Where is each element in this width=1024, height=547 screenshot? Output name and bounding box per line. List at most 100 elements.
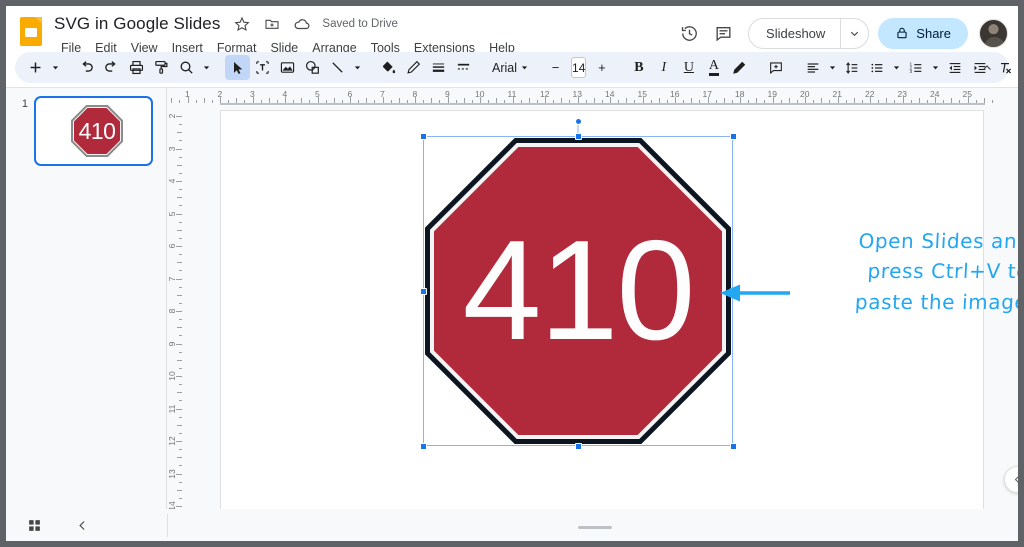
ruler-tick-minor — [829, 99, 831, 103]
line-color-button[interactable] — [401, 55, 426, 80]
handle-top-left[interactable] — [420, 133, 427, 140]
vertical-ruler[interactable]: 2 3 4 5 6 7 8 9 10 11 12 13 14 — [167, 105, 184, 509]
chevron-down-icon[interactable] — [840, 18, 868, 48]
align-button[interactable] — [800, 55, 825, 80]
handle-top-right[interactable] — [730, 133, 737, 140]
increase-font-size-button[interactable]: + — [589, 55, 614, 80]
italic-button[interactable]: I — [651, 55, 676, 80]
bulleted-list-caret-icon[interactable] — [889, 55, 903, 80]
new-slide-caret-icon[interactable] — [48, 55, 62, 80]
version-history-icon[interactable] — [672, 16, 706, 50]
save-status: Saved to Drive — [322, 18, 398, 30]
line-weight-button[interactable] — [426, 55, 451, 80]
ruler-tick-minor — [178, 254, 182, 256]
paint-format-button[interactable] — [149, 55, 174, 80]
slide-thumbnail-1[interactable]: 410 — [34, 96, 153, 166]
shape-button[interactable] — [300, 55, 325, 80]
ruler-tick-minor — [991, 99, 993, 103]
share-button[interactable]: Share — [878, 17, 968, 49]
ruler-tick-minor — [861, 99, 863, 103]
ruler-tick-minor — [488, 99, 490, 103]
new-slide-button[interactable] — [23, 55, 48, 80]
font-size-input[interactable]: 14 — [571, 57, 587, 78]
slide-canvas[interactable]: 410 Open Slides and press Ctrl+V to past… — [220, 110, 1018, 509]
ruler-label: 3 — [250, 89, 255, 99]
handle-bottom-center[interactable] — [575, 443, 582, 450]
ruler-tick-minor — [178, 400, 182, 402]
horizontal-scrollbar[interactable] — [578, 526, 612, 529]
ruler-tick-minor — [439, 99, 441, 103]
slideshow-group: Slideshow — [748, 17, 870, 49]
bold-button[interactable]: B — [626, 55, 651, 80]
redo-button[interactable] — [99, 55, 124, 80]
decrease-font-size-button[interactable]: − — [543, 55, 568, 80]
ruler-tick-minor — [178, 302, 182, 304]
line-caret-icon[interactable] — [350, 55, 364, 80]
handle-bottom-right[interactable] — [730, 443, 737, 450]
zoom-caret-icon[interactable] — [199, 55, 213, 80]
line-dash-button[interactable] — [451, 55, 476, 80]
text-box-button[interactable] — [250, 55, 275, 80]
numbered-list-caret-icon[interactable] — [928, 55, 942, 80]
ruler-tick-minor — [178, 286, 182, 288]
ruler-label: 19 — [767, 89, 777, 99]
main-toolbar: Arial − 14 + B I U A 1 2 3 — [15, 52, 1011, 83]
ruler-tick-minor — [796, 99, 798, 103]
bulleted-list-button[interactable] — [864, 55, 889, 80]
highlight-color-button[interactable] — [726, 55, 751, 80]
annotation-line-1: Open Slides and — [857, 229, 1018, 253]
slideshow-button[interactable]: Slideshow — [749, 19, 840, 48]
ruler-tick-minor — [618, 99, 620, 103]
grid-view-icon[interactable] — [23, 515, 45, 537]
ruler-tick-minor — [177, 359, 182, 361]
handle-bottom-left[interactable] — [420, 443, 427, 450]
handle-middle-left[interactable] — [420, 288, 427, 295]
text-color-button[interactable]: A — [701, 55, 726, 80]
annotation-arrow-left — [720, 284, 790, 302]
ruler-label: 12 — [167, 436, 177, 446]
undo-button[interactable] — [74, 55, 99, 80]
ruler-tick-minor — [178, 172, 182, 174]
comment-icon[interactable] — [706, 16, 740, 50]
page-title[interactable]: SVG in Google Slides — [54, 14, 232, 34]
ruler-tick-minor — [723, 98, 725, 103]
user-avatar[interactable] — [979, 18, 1008, 48]
handle-top-center[interactable] — [575, 133, 582, 140]
star-icon[interactable] — [232, 14, 252, 34]
font-family-caret-icon[interactable] — [517, 55, 531, 80]
ruler-tick-minor — [553, 99, 555, 103]
align-caret-icon[interactable] — [825, 55, 839, 80]
ruler-tick-minor — [593, 98, 595, 103]
underline-button[interactable]: U — [676, 55, 701, 80]
collapse-toolbar-icon[interactable] — [974, 55, 999, 80]
list-item[interactable]: 1 410 — [6, 96, 166, 166]
title-row: SVG in Google Slides Saved to Drive — [54, 12, 522, 36]
ruler-tick-minor — [699, 99, 701, 103]
line-button[interactable] — [325, 55, 350, 80]
ruler-tick-minor — [178, 351, 182, 353]
print-button[interactable] — [124, 55, 149, 80]
rotation-handle[interactable] — [574, 118, 582, 125]
google-slides-window: SVG in Google Slides Saved to Drive File… — [6, 6, 1018, 541]
decrease-indent-button[interactable] — [942, 55, 967, 80]
line-spacing-button[interactable] — [839, 55, 864, 80]
move-to-folder-icon[interactable] — [262, 14, 282, 34]
zoom-button[interactable] — [174, 55, 199, 80]
ruler-tick-minor — [536, 99, 538, 103]
editor-body: 1 410 1 2 3 4 5 6 7 8 9 10 11 12 13 14 15 16 17 18 19 20 21 2… — [6, 87, 1018, 541]
select-tool-button[interactable] — [225, 55, 250, 80]
fill-color-button[interactable] — [376, 55, 401, 80]
ruler-tick-minor — [504, 99, 506, 103]
ruler-tick-minor — [406, 99, 408, 103]
ruler-label: 9 — [445, 89, 450, 99]
font-family-select[interactable]: Arial — [488, 61, 517, 75]
collapse-filmstrip-icon[interactable] — [71, 515, 93, 537]
insert-comment-button[interactable] — [763, 55, 788, 80]
insert-image-button[interactable] — [275, 55, 300, 80]
toolbar-wrapper: Arial − 14 + B I U A 1 2 3 — [6, 52, 1018, 87]
horizontal-ruler[interactable]: 1 2 3 4 5 6 7 8 9 10 11 12 13 14 15 16 17 18 19 20 21 22 23 24 2… — [167, 88, 1018, 105]
ruler-label: 14 — [605, 89, 615, 99]
ruler-tick-minor — [178, 497, 182, 499]
numbered-list-button[interactable]: 1 2 3 — [903, 55, 928, 80]
ruler-tick-minor — [203, 98, 205, 103]
